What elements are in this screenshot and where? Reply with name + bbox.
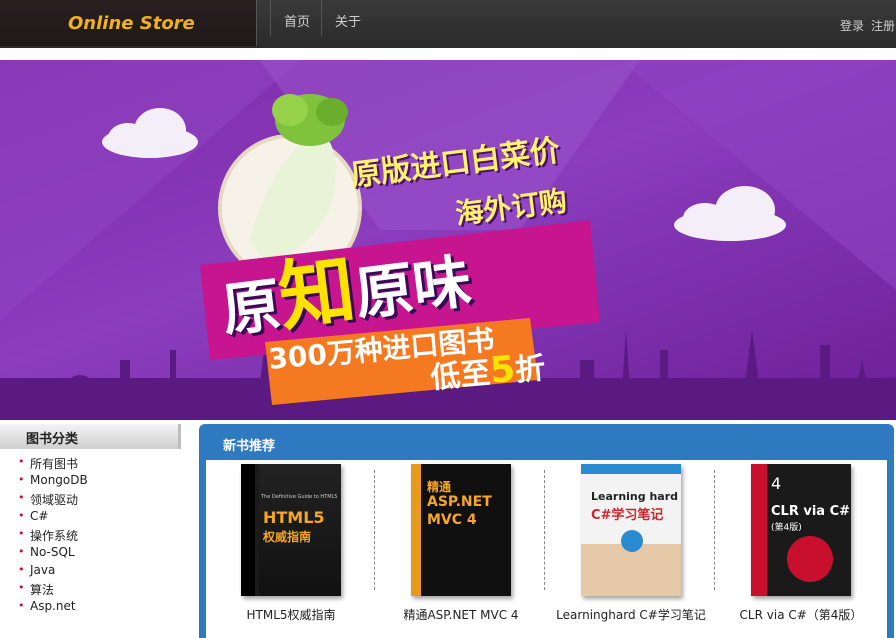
category-item-java[interactable]: Java <box>18 563 88 581</box>
book-card[interactable]: The Definitive Guide to HTML5 HTML5 权威指南… <box>206 460 376 638</box>
cover-title: CLR via C# <box>771 504 851 519</box>
cloud-right <box>674 186 786 241</box>
book-cover[interactable]: Learning hard C#学习笔记 <box>581 464 681 596</box>
category-header: 图书分类 <box>0 424 181 449</box>
cover-subtitle: 权威指南 <box>263 530 312 544</box>
book-title[interactable]: 精通ASP.NET MVC 4 <box>376 606 546 623</box>
banner-headline-b: 知 <box>273 244 361 342</box>
promo-banner[interactable]: 原版进口白菜价 海外订购 原知原味 300万种进口图书 低至5折 <box>0 60 896 420</box>
cover-title: HTML5 <box>263 508 325 527</box>
book-cover[interactable]: 4 CLR via C# (第4版) <box>751 464 851 596</box>
cover-caption: 精通 <box>427 480 452 494</box>
book-card[interactable]: 4 CLR via C# (第4版) CLR via C#（第4版） <box>716 460 886 638</box>
book-divider <box>714 470 715 590</box>
cover-caption: 4 <box>771 474 782 493</box>
category-item-aspnet[interactable]: Asp.net <box>18 599 88 617</box>
category-item-nosql[interactable]: No-SQL <box>18 545 88 563</box>
banner-headline-a: 原 <box>218 270 285 345</box>
banner-discount-c: 折 <box>513 351 547 389</box>
book-divider <box>374 470 375 590</box>
register-link[interactable]: 注册 <box>871 17 895 34</box>
book-divider <box>544 470 545 590</box>
top-navbar: Online Store 首页 关于 登录 注册 <box>0 0 896 48</box>
login-link[interactable]: 登录 <box>840 17 864 34</box>
category-item-mongodb[interactable]: MongoDB <box>18 473 88 491</box>
category-title: 图书分类 <box>26 432 79 447</box>
cover-title: ASP.NET <box>427 494 492 510</box>
nav-link-home[interactable]: 首页 <box>284 11 310 30</box>
category-item-ddd[interactable]: 领域驱动 <box>18 491 88 509</box>
category-item-algorithm[interactable]: 算法 <box>18 581 88 599</box>
book-cover[interactable]: 精通 ASP.NET MVC 4 <box>411 464 511 596</box>
cover-subtitle: (第4版) <box>771 523 802 533</box>
book-card[interactable]: 精通 ASP.NET MVC 4 精通ASP.NET MVC 4 <box>376 460 546 638</box>
book-title[interactable]: Learninghard C#学习笔记 <box>546 606 716 623</box>
category-list: 所有图书 MongoDB 领域驱动 C# 操作系统 No-SQL Java 算法… <box>18 455 88 617</box>
cover-subtitle: MVC 4 <box>427 512 477 528</box>
brand-text: Online Store <box>68 13 195 34</box>
category-item-os[interactable]: 操作系统 <box>18 527 88 545</box>
banner-headline-c: 原味 <box>351 246 475 329</box>
brand-logo[interactable]: Online Store <box>0 0 257 46</box>
new-books-panel: 新书推荐 The Definitive Guide to HTML5 HTML5… <box>199 424 894 638</box>
cover-subtitle: C#学习笔记 <box>591 508 664 523</box>
book-title[interactable]: HTML5权威指南 <box>206 606 376 623</box>
banner-discount-b: 5 <box>488 348 517 392</box>
new-books-title: 新书推荐 <box>223 439 276 454</box>
nav-divider <box>270 0 271 36</box>
nav-link-about[interactable]: 关于 <box>335 11 361 30</box>
category-item-all[interactable]: 所有图书 <box>18 455 88 473</box>
book-title[interactable]: CLR via C#（第4版） <box>716 606 886 623</box>
category-item-csharp[interactable]: C# <box>18 509 88 527</box>
cover-title: Learning hard <box>591 490 679 503</box>
book-cover[interactable]: The Definitive Guide to HTML5 HTML5 权威指南 <box>241 464 341 596</box>
new-books-list: The Definitive Guide to HTML5 HTML5 权威指南… <box>206 460 887 638</box>
book-card[interactable]: Learning hard C#学习笔记 Learninghard C#学习笔记 <box>546 460 716 638</box>
nav-divider <box>321 0 322 36</box>
banner-discount-a: 低至 <box>428 355 492 396</box>
cover-caption: The Definitive Guide to HTML5 <box>261 494 338 500</box>
